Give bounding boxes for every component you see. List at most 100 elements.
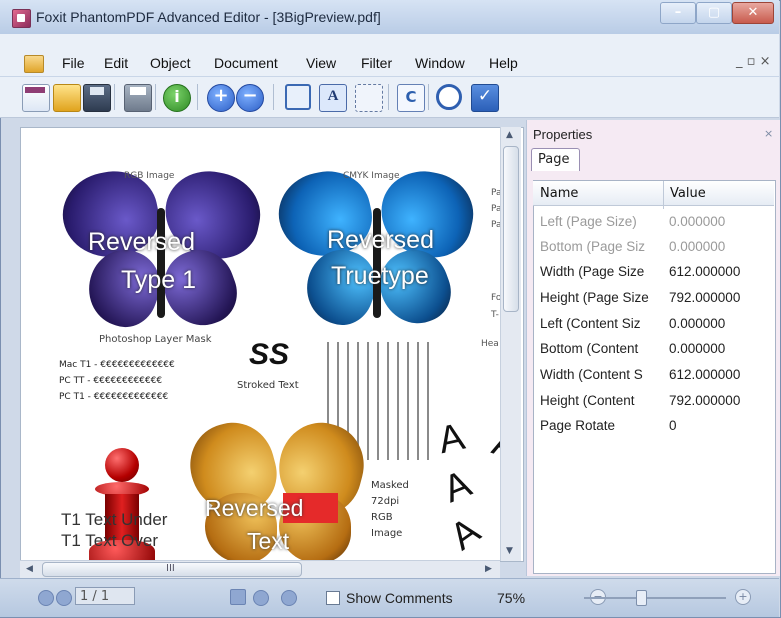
foxit-app-icon[interactable] <box>12 9 31 28</box>
t1-text-under: T1 Text Under <box>61 510 168 529</box>
rotated-letter-a: A <box>442 509 488 559</box>
text-tool-icon[interactable] <box>319 84 347 112</box>
property-value[interactable]: 0.000000 <box>669 239 725 254</box>
stroked-text-label: Stroked Text <box>237 380 299 391</box>
vertical-scroll-thumb[interactable] <box>503 146 519 312</box>
image-label: Image <box>371 528 403 539</box>
property-name[interactable]: Left (Page Size) <box>540 214 637 229</box>
select-tool-icon[interactable] <box>355 84 383 112</box>
column-header-value[interactable]: Value <box>670 186 706 201</box>
property-name[interactable]: Page Rotate <box>540 418 615 433</box>
property-name[interactable]: Height (Content <box>540 393 635 408</box>
pc-t1-euro-line: PC T1 - €€€€€€€€€€€€€ <box>59 392 169 402</box>
document-menu-icon[interactable] <box>24 55 44 73</box>
mdi-window-controls[interactable]: _ ▫ × <box>736 54 770 69</box>
cmyk-image-label: CMYK Image <box>343 171 400 181</box>
menu-object[interactable]: Object <box>150 55 190 71</box>
property-value[interactable]: 612.000000 <box>669 264 740 279</box>
pdf-page-view[interactable]: RGB Image Reversed Type 1 CMYK Image Rev… <box>20 127 524 562</box>
property-name[interactable]: Bottom (Page Siz <box>540 239 645 254</box>
pc-tt-euro-line: PC TT - €€€€€€€€€€€€ <box>59 376 163 386</box>
type1-label: Type 1 <box>121 266 197 294</box>
stop-icon[interactable] <box>436 84 462 110</box>
last-page-icon[interactable] <box>281 590 297 606</box>
properties-close-icon[interactable]: × <box>764 127 773 140</box>
menu-view[interactable]: View <box>306 55 336 71</box>
show-comments-checkbox[interactable] <box>326 591 340 605</box>
rgb-label: RGB <box>371 512 393 523</box>
previous-page-icon[interactable] <box>56 590 72 606</box>
tab-page[interactable]: Page <box>531 148 580 171</box>
menu-edit[interactable]: Edit <box>104 55 128 71</box>
rgb-image-label: RGB Image <box>124 171 175 181</box>
open-folder-icon[interactable] <box>53 84 81 112</box>
first-page-icon[interactable] <box>38 590 54 606</box>
property-name[interactable]: Left (Content Siz <box>540 316 641 331</box>
check-icon[interactable] <box>471 84 499 112</box>
rotated-letter-a: A <box>434 415 469 463</box>
new-document-icon[interactable] <box>22 84 50 112</box>
property-value[interactable]: 792.000000 <box>669 393 740 408</box>
masked-label: Masked <box>371 480 409 491</box>
close-button[interactable]: ✕ <box>732 2 774 24</box>
photoshop-layer-mask-label: Photoshop Layer Mask <box>99 334 212 345</box>
scroll-grip: III <box>166 563 175 574</box>
property-name[interactable]: Width (Page Size <box>540 264 644 279</box>
menu-file[interactable]: File <box>62 55 85 71</box>
zoom-in-button[interactable]: + <box>735 589 751 605</box>
toolbar-separator <box>428 84 429 110</box>
print-icon[interactable] <box>124 84 152 112</box>
scroll-right-arrow-icon[interactable]: ▶ <box>485 564 492 574</box>
rotated-letter-a: A <box>437 462 478 512</box>
scroll-down-arrow-icon[interactable]: ▼ <box>506 546 513 556</box>
column-header-name[interactable]: Name <box>540 186 578 201</box>
zoom-level: 75% <box>497 590 526 606</box>
save-icon[interactable] <box>83 84 111 112</box>
reversed-label-2: Reversed <box>327 226 434 254</box>
stroked-ss-text: SS <box>249 338 290 371</box>
page-number-input[interactable]: 1 / 1 <box>75 587 135 605</box>
text-label: Text <box>247 528 290 554</box>
property-value[interactable]: 612.000000 <box>669 367 740 382</box>
property-value[interactable]: 0.000000 <box>669 316 725 331</box>
reversed-label-1: Reversed <box>88 228 195 256</box>
property-value[interactable]: 0.000000 <box>669 214 725 229</box>
scroll-up-arrow-icon[interactable]: ▲ <box>506 130 513 140</box>
zoom-in-icon[interactable] <box>207 84 235 112</box>
zoom-slider-knob[interactable] <box>636 590 647 606</box>
property-value[interactable]: 0.000000 <box>669 341 725 356</box>
toolbar-separator <box>273 84 274 110</box>
rotate-icon[interactable] <box>397 84 425 112</box>
property-value[interactable]: 792.000000 <box>669 290 740 305</box>
toolbar-separator <box>155 84 156 110</box>
property-name[interactable]: Width (Content S <box>540 367 643 382</box>
go-page-icon[interactable] <box>230 589 246 605</box>
tab-page-label: Page <box>538 152 570 167</box>
zoom-out-icon[interactable] <box>236 84 264 112</box>
next-page-icon[interactable] <box>253 590 269 606</box>
zoom-slider-track[interactable] <box>584 597 726 599</box>
crop-icon[interactable] <box>285 84 311 110</box>
edge-text: Hea <box>481 339 499 349</box>
menu-document[interactable]: Document <box>214 55 278 71</box>
show-comments-label: Show Comments <box>346 590 453 606</box>
toolbar-separator <box>388 84 389 110</box>
window-title: Foxit PhantomPDF Advanced Editor - [3Big… <box>36 9 381 25</box>
properties-title: Properties <box>533 127 593 142</box>
property-name[interactable]: Height (Page Size <box>540 290 649 305</box>
toolbar-separator <box>197 84 198 110</box>
menu-filter[interactable]: Filter <box>361 55 392 71</box>
property-value[interactable]: 0 <box>669 418 677 433</box>
dpi-label: 72dpi <box>371 496 400 507</box>
maximize-button[interactable]: ▢ <box>696 2 732 24</box>
reversed-label-3: Reversed <box>205 495 304 521</box>
menu-window[interactable]: Window <box>415 55 465 71</box>
t1-text-over: T1 Text Over <box>61 531 158 550</box>
info-icon[interactable] <box>163 84 191 112</box>
scroll-left-arrow-icon[interactable]: ◀ <box>26 564 33 574</box>
menu-help[interactable]: Help <box>489 55 518 71</box>
minimize-button[interactable]: – <box>660 2 696 24</box>
column-divider[interactable] <box>663 181 664 209</box>
property-name[interactable]: Bottom (Content <box>540 341 638 356</box>
toolbar <box>0 77 779 118</box>
